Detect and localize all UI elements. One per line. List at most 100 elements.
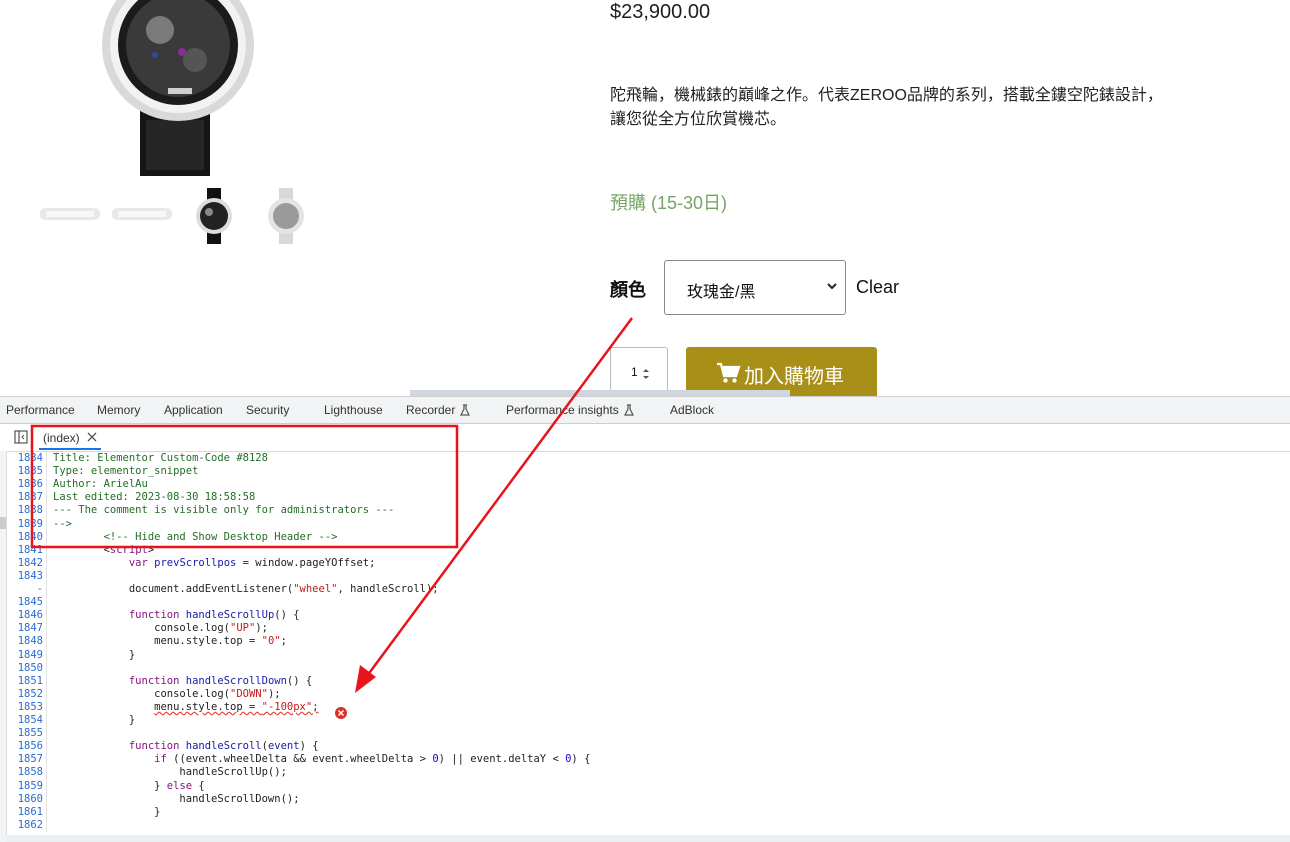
thumbnail-3[interactable]: [182, 186, 246, 246]
product-main-image[interactable]: [100, 0, 260, 176]
tab-adblock[interactable]: AdBlock: [670, 403, 714, 417]
line-number[interactable]: 1840: [18, 531, 43, 543]
code-line: handleScrollDown();: [53, 793, 299, 805]
line-number[interactable]: 1843: [18, 570, 43, 582]
code-line: -->: [53, 518, 72, 530]
code-line: Last edited: 2023-08-30 18:58:58: [53, 491, 255, 503]
line-number[interactable]: 1841: [18, 544, 43, 556]
line-number[interactable]: 1835: [18, 465, 43, 477]
line-number[interactable]: 1845: [18, 596, 43, 608]
file-tab-label: (index): [43, 431, 80, 445]
color-label: 顏色: [610, 280, 646, 300]
code-token: , handleScroll);: [337, 583, 439, 595]
cart-icon: [717, 362, 741, 383]
code-token: "UP": [230, 622, 256, 635]
code-token: <!-- Hide and Show Desktop Header -->: [103, 530, 338, 543]
line-number[interactable]: -: [37, 583, 43, 595]
experiment-flask-icon: [460, 404, 471, 416]
product-page: $23,900.00 陀飛輪，機械錶的巔峰之作。代表ZEROO品牌的系列，搭載全…: [0, 0, 1290, 396]
tab-lighthouse[interactable]: Lighthouse: [324, 403, 383, 417]
line-number[interactable]: 1859: [18, 780, 43, 792]
line-number[interactable]: 1857: [18, 753, 43, 765]
code-token: ) {: [571, 753, 591, 766]
code-token: console.log(: [53, 622, 231, 635]
add-to-cart-button[interactable]: 加入購物車: [686, 347, 877, 396]
tab-label: Application: [164, 403, 223, 417]
quantity-value: 1: [631, 365, 638, 379]
code-line: function handleScrollDown() {: [53, 675, 312, 687]
code-token: menu.style.top =: [154, 700, 262, 713]
line-number[interactable]: 1842: [18, 557, 43, 569]
close-icon[interactable]: [87, 432, 97, 442]
code-token: handleScroll: [185, 740, 262, 753]
tab-recorder[interactable]: Recorder: [406, 403, 471, 417]
devtools-panel: Performance Memory Application Security …: [0, 396, 1290, 842]
code-line: console.log("UP");: [53, 622, 268, 634]
code-token: "0": [261, 635, 281, 648]
code-token: }: [53, 779, 167, 792]
code-line: if ((event.wheelDelta && event.wheelDelt…: [53, 753, 590, 765]
line-number[interactable]: 1839: [18, 518, 43, 530]
code-token: () {: [274, 609, 300, 622]
tab-security[interactable]: Security: [246, 403, 289, 417]
line-number[interactable]: 1854: [18, 714, 43, 726]
line-number[interactable]: 1851: [18, 675, 43, 687]
code-token: {: [192, 779, 205, 792]
code-line: <!-- Hide and Show Desktop Header -->: [53, 530, 338, 543]
line-number[interactable]: 1853: [18, 701, 43, 713]
code-line: function handleScroll(event) {: [53, 740, 319, 752]
thumbnail-2[interactable]: [110, 186, 174, 246]
active-tab-indicator: [39, 448, 101, 450]
code-editor[interactable]: 1834 1835 1836 1837 1838 1839 1840 1841 1842 1843…: [6, 452, 1290, 832]
code-token: ;: [312, 700, 319, 713]
code-token: console.log(: [53, 687, 231, 700]
code-line: handleScrollUp();: [53, 766, 286, 778]
clear-link[interactable]: Clear: [856, 277, 899, 298]
tab-application[interactable]: Application: [164, 403, 223, 417]
line-number[interactable]: 1850: [18, 662, 43, 674]
code-line: }: [53, 714, 135, 726]
spinner-arrows-icon[interactable]: [641, 366, 651, 382]
code-token: "wheel": [293, 583, 338, 595]
line-number[interactable]: 1858: [18, 766, 43, 778]
thumbnail-4[interactable]: [254, 186, 318, 246]
line-number[interactable]: 1861: [18, 806, 43, 818]
line-number[interactable]: 1849: [18, 649, 43, 661]
color-select-value: 玫瑰金/黑: [687, 284, 756, 301]
code-token: Last edited: 2023-08-30 18:58:58: [53, 491, 256, 504]
tab-label: Performance: [6, 403, 75, 417]
line-number[interactable]: 1848: [18, 635, 43, 647]
line-number[interactable]: 1837: [18, 491, 43, 503]
color-select[interactable]: 玫瑰金/黑: [664, 260, 846, 315]
code-token: script: [109, 543, 148, 556]
line-number[interactable]: 1838: [18, 504, 43, 516]
tab-label: Security: [246, 403, 290, 417]
sidebar-toggle-icon[interactable]: [14, 430, 28, 444]
code-line: console.log("DOWN");: [53, 687, 280, 700]
tab-label: AdBlock: [670, 403, 715, 417]
line-number[interactable]: 1860: [18, 793, 43, 805]
line-number[interactable]: 1856: [18, 740, 43, 752]
line-number[interactable]: 1836: [18, 478, 43, 490]
line-number[interactable]: 1834: [18, 452, 43, 464]
error-icon[interactable]: [335, 707, 347, 719]
tab-memory[interactable]: Memory: [97, 403, 140, 417]
tab-performance-insights[interactable]: Performance insights: [506, 403, 635, 417]
line-number[interactable]: 1847: [18, 622, 43, 634]
tab-performance[interactable]: Performance: [6, 403, 75, 417]
line-number[interactable]: 1855: [18, 727, 43, 739]
tab-label: Performance insights: [506, 403, 619, 417]
code-token: () {: [286, 674, 313, 687]
thumbnail-1[interactable]: [38, 186, 102, 246]
line-number[interactable]: 1852: [18, 688, 43, 700]
code-token: ) {: [299, 740, 319, 753]
code-token: function: [128, 740, 180, 753]
line-number[interactable]: 1846: [18, 609, 43, 621]
line-number[interactable]: 1862: [18, 819, 43, 831]
quantity-stepper[interactable]: 1: [610, 347, 668, 396]
code-line: <script>: [53, 543, 155, 556]
